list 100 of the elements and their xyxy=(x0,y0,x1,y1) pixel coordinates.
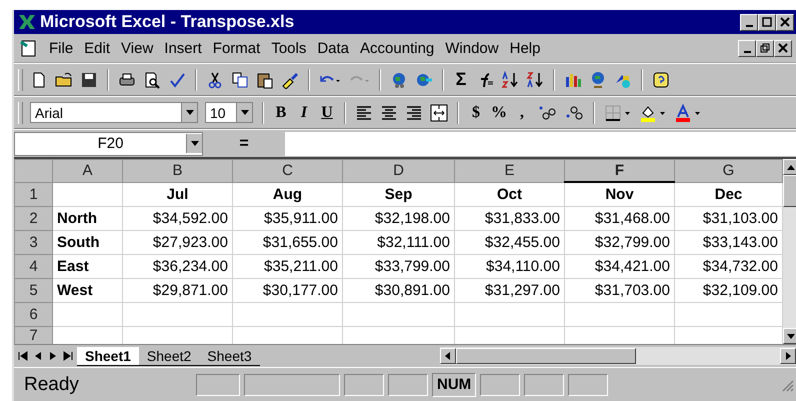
table-cell: Jul xyxy=(122,182,232,206)
status-panel xyxy=(524,374,564,396)
table-cell: West xyxy=(52,278,122,302)
column-header[interactable]: B xyxy=(122,160,232,182)
workbook-icon[interactable] xyxy=(18,39,38,57)
menu-item[interactable]: Help xyxy=(510,40,540,56)
bold-button[interactable]: B xyxy=(273,104,289,122)
first-sheet-icon[interactable] xyxy=(16,349,30,363)
align-left-icon[interactable] xyxy=(355,104,373,122)
merge-center-icon[interactable] xyxy=(430,104,448,122)
column-header[interactable]: F xyxy=(564,160,674,182)
menu-item[interactable]: View xyxy=(121,40,154,56)
menu-item[interactable]: Data xyxy=(317,40,350,56)
table-cell: $32,799.00 xyxy=(564,230,674,254)
help-icon[interactable] xyxy=(652,70,670,88)
status-message: Ready xyxy=(23,374,80,396)
name-box[interactable]: F20 xyxy=(14,132,203,156)
autosum-button[interactable]: Σ xyxy=(453,69,469,90)
copy-icon[interactable] xyxy=(231,70,249,88)
row-header[interactable]: 6 xyxy=(14,302,52,326)
scroll-thumb[interactable] xyxy=(456,348,636,364)
table-cell: $33,799.00 xyxy=(342,254,454,278)
row-header[interactable]: 4 xyxy=(14,254,52,278)
increase-decimal-icon[interactable] xyxy=(537,104,557,122)
font-size-dropdown[interactable]: 10 xyxy=(205,102,253,123)
spelling-check-icon[interactable] xyxy=(168,70,186,88)
table-cell: $35,211.00 xyxy=(232,254,342,278)
table-cell: $30,891.00 xyxy=(342,278,454,302)
paintbrush-icon[interactable] xyxy=(281,70,299,88)
caret-icon xyxy=(240,110,248,115)
comma-button[interactable]: , xyxy=(514,104,530,122)
table-cell: $32,198.00 xyxy=(342,206,454,230)
globe-stand-icon[interactable] xyxy=(589,70,607,88)
table-cell: $34,110.00 xyxy=(454,254,564,278)
sort-descending-icon[interactable] xyxy=(526,70,544,88)
paste-icon[interactable] xyxy=(256,70,274,88)
column-header[interactable]: E xyxy=(454,160,564,182)
menu-item[interactable]: Window xyxy=(445,40,499,56)
menu-item[interactable]: Tools xyxy=(271,40,306,56)
sheet-tab[interactable]: Sheet1 xyxy=(77,346,139,366)
scissors-icon[interactable] xyxy=(206,70,224,88)
align-right-icon[interactable] xyxy=(405,104,423,122)
menu-item[interactable]: File xyxy=(49,40,74,56)
row-header[interactable]: 5 xyxy=(14,278,52,302)
table-cell: $34,421.00 xyxy=(564,254,674,278)
globe-icon[interactable] xyxy=(390,70,408,88)
row-header[interactable]: 7 xyxy=(14,326,52,344)
table-cell: Dec xyxy=(674,182,782,206)
row-header[interactable]: 3 xyxy=(14,230,52,254)
close-button[interactable] xyxy=(776,14,794,30)
font-color-icon[interactable] xyxy=(674,104,702,122)
restore-button[interactable] xyxy=(756,40,774,56)
menu-item[interactable]: Format xyxy=(212,40,260,56)
table-cell: $33,143.00 xyxy=(674,230,782,254)
table-cell: North xyxy=(52,206,122,230)
borders-icon[interactable] xyxy=(604,104,632,122)
underline-button[interactable]: U xyxy=(319,104,335,122)
column-header[interactable]: C xyxy=(232,160,342,182)
table-cell: $32,455.00 xyxy=(454,230,564,254)
resize-grip-icon[interactable] xyxy=(780,378,794,392)
percent-button[interactable]: % xyxy=(491,104,507,122)
folder-icon[interactable] xyxy=(55,70,73,88)
column-header[interactable]: D xyxy=(342,160,454,182)
status-panel xyxy=(344,374,384,396)
fill-color-icon[interactable] xyxy=(639,104,667,122)
last-sheet-icon[interactable] xyxy=(61,349,75,363)
print-preview-icon[interactable] xyxy=(143,70,161,88)
menu-item[interactable]: Insert xyxy=(164,40,202,56)
menu-item[interactable]: Accounting xyxy=(360,40,434,56)
maximize-icon xyxy=(762,17,772,27)
font-dropdown[interactable]: Arial xyxy=(30,102,198,123)
italic-button[interactable]: I xyxy=(296,104,312,122)
sheet-tab[interactable]: Sheet2 xyxy=(138,346,200,366)
formula-equals-button[interactable]: = xyxy=(203,134,285,152)
row-header[interactable]: 2 xyxy=(14,206,52,230)
vertical-scrollbar[interactable] xyxy=(783,159,796,344)
formula-field[interactable] xyxy=(285,132,796,156)
decrease-decimal-icon[interactable] xyxy=(564,104,584,122)
window-title: Microsoft Excel - Transpose.xls xyxy=(40,12,294,32)
sheet-tab[interactable]: Sheet3 xyxy=(199,346,260,366)
column-header[interactable]: A xyxy=(52,160,122,182)
maximize-button[interactable] xyxy=(758,14,776,30)
currency-button[interactable]: $ xyxy=(468,104,484,122)
horizontal-scrollbar[interactable] xyxy=(440,347,796,365)
table-cell: $31,655.00 xyxy=(232,230,342,254)
sort-ascending-icon[interactable] xyxy=(501,70,519,88)
align-center-icon[interactable] xyxy=(380,104,398,122)
minimize-button[interactable] xyxy=(740,14,758,30)
minimize-icon xyxy=(744,50,750,52)
minimize-button[interactable] xyxy=(738,40,756,56)
column-header[interactable]: G xyxy=(674,160,782,182)
printer-icon[interactable] xyxy=(118,70,136,88)
menu-item[interactable]: Edit xyxy=(84,40,110,56)
scroll-thumb[interactable] xyxy=(783,175,796,207)
table-cell: $32,109.00 xyxy=(674,278,782,302)
row-header[interactable]: 1 xyxy=(14,182,52,206)
down-arrow-icon xyxy=(787,334,795,338)
table-cell: South xyxy=(52,230,122,254)
close-button[interactable] xyxy=(774,40,792,56)
table-cell: Oct xyxy=(454,182,564,206)
